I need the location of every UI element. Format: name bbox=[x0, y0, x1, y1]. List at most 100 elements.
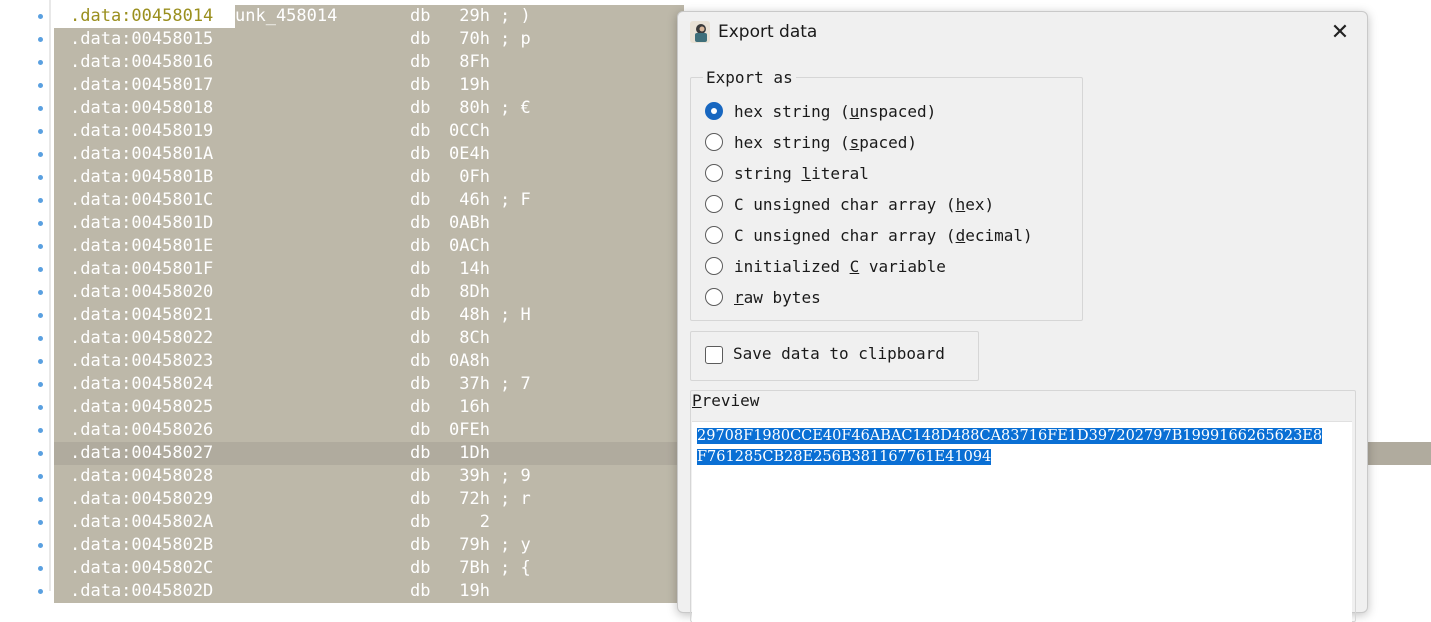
row-directive: db bbox=[410, 6, 431, 26]
row-address: .data:00458018 bbox=[70, 98, 214, 118]
save-to-clipboard-checkbox[interactable] bbox=[705, 346, 723, 364]
gutter-divider bbox=[49, 0, 51, 591]
radio-button[interactable] bbox=[705, 257, 723, 275]
row-comment: ; 7 bbox=[500, 374, 531, 394]
export-option-label[interactable]: string literal bbox=[734, 161, 869, 187]
row-directive: db bbox=[410, 443, 431, 463]
gutter-dot bbox=[38, 589, 43, 594]
row-comment: ; € bbox=[500, 98, 531, 118]
export-data-dialog: Export data ✕ Export as hex string (unsp… bbox=[677, 11, 1368, 622]
row-directive: db bbox=[410, 29, 431, 49]
row-value: 0FEh bbox=[449, 420, 490, 440]
row-value: 80h bbox=[459, 98, 490, 118]
gutter-dot bbox=[38, 336, 43, 341]
radio-button[interactable] bbox=[705, 164, 723, 182]
row-directive: db bbox=[410, 466, 431, 486]
row-value: 70h bbox=[459, 29, 490, 49]
gutter-dot bbox=[38, 566, 43, 571]
export-option-label[interactable]: hex string (spaced) bbox=[734, 130, 917, 156]
row-address: .data:00458015 bbox=[70, 29, 214, 49]
radio-button[interactable] bbox=[705, 195, 723, 213]
export-option-label[interactable]: raw bytes bbox=[734, 285, 821, 311]
close-icon[interactable]: ✕ bbox=[1325, 18, 1355, 48]
row-address: .data:0045802C bbox=[70, 558, 214, 578]
row-value: 19h bbox=[459, 581, 490, 601]
row-directive: db bbox=[410, 282, 431, 302]
row-value: 2 bbox=[479, 512, 490, 532]
row-address: .data:00458022 bbox=[70, 328, 214, 348]
row-address: .data:00458014 bbox=[70, 6, 214, 26]
row-directive: db bbox=[410, 328, 431, 348]
row-directive: db bbox=[410, 213, 431, 233]
row-address: .data:0045802B bbox=[70, 535, 214, 555]
row-address: .data:00458028 bbox=[70, 466, 214, 486]
radio-button[interactable] bbox=[705, 133, 723, 151]
gutter-dot bbox=[38, 221, 43, 226]
gutter-dot bbox=[38, 428, 43, 433]
gutter-dot bbox=[38, 129, 43, 134]
row-directive: db bbox=[410, 489, 431, 509]
radio-button[interactable] bbox=[705, 102, 723, 120]
row-address: .data:00458025 bbox=[70, 397, 214, 417]
row-directive: db bbox=[410, 144, 431, 164]
row-directive: db bbox=[410, 512, 431, 532]
dialog-title: Export data bbox=[718, 22, 818, 42]
row-directive: db bbox=[410, 305, 431, 325]
row-comment: ; 9 bbox=[500, 466, 531, 486]
export-option-label[interactable]: initialized C variable bbox=[734, 254, 946, 280]
row-address: .data:0045802A bbox=[70, 512, 214, 532]
row-comment: ; p bbox=[500, 29, 531, 49]
row-value: 8Fh bbox=[459, 52, 490, 72]
row-address: .data:00458023 bbox=[70, 351, 214, 371]
row-value: 79h bbox=[459, 535, 490, 555]
save-to-clipboard-label[interactable]: Save data to clipboard bbox=[733, 344, 945, 363]
preview-text[interactable]: 29708F1980CCE40F46ABAC148D488CA83716FE1D… bbox=[697, 426, 1323, 468]
radio-button[interactable] bbox=[705, 226, 723, 244]
gutter-dot bbox=[38, 497, 43, 502]
row-directive: db bbox=[410, 397, 431, 417]
gutter-dot bbox=[38, 474, 43, 479]
gutter-dot bbox=[38, 60, 43, 65]
row-address: .data:0045802D bbox=[70, 581, 214, 601]
row-comment: ; ) bbox=[500, 6, 531, 26]
gutter-dot bbox=[38, 543, 43, 548]
row-comment: ; F bbox=[500, 190, 531, 210]
row-value: 0ACh bbox=[449, 236, 490, 256]
gutter-dot bbox=[38, 405, 43, 410]
row-address: .data:00458029 bbox=[70, 489, 214, 509]
row-value: 14h bbox=[459, 259, 490, 279]
row-value: 29h bbox=[459, 6, 490, 26]
export-option-label[interactable]: C unsigned char array (decimal) bbox=[734, 223, 1033, 249]
row-value: 16h bbox=[459, 397, 490, 417]
row-value: 46h bbox=[459, 190, 490, 210]
radio-button[interactable] bbox=[705, 288, 723, 306]
row-directive: db bbox=[410, 236, 431, 256]
row-value: 1Dh bbox=[459, 443, 490, 463]
row-comment: ; { bbox=[500, 558, 531, 578]
preview-textbox[interactable]: 29708F1980CCE40F46ABAC148D488CA83716FE1D… bbox=[692, 421, 1352, 622]
row-value: 0ABh bbox=[449, 213, 490, 233]
row-address: .data:0045801E bbox=[70, 236, 214, 256]
export-as-label: Export as bbox=[703, 68, 796, 87]
row-value: 0E4h bbox=[449, 144, 490, 164]
row-directive: db bbox=[410, 98, 431, 118]
gutter-dot bbox=[38, 520, 43, 525]
row-directive: db bbox=[410, 121, 431, 141]
row-address: .data:00458016 bbox=[70, 52, 214, 72]
export-option-label[interactable]: C unsigned char array (hex) bbox=[734, 192, 994, 218]
row-value: 39h bbox=[459, 466, 490, 486]
gutter-dot bbox=[38, 313, 43, 318]
gutter-dot bbox=[38, 267, 43, 272]
gutter-dot bbox=[38, 198, 43, 203]
row-directive: db bbox=[410, 351, 431, 371]
row-value: 37h bbox=[459, 374, 490, 394]
row-value: 19h bbox=[459, 75, 490, 95]
dialog-titlebar[interactable]: Export data ✕ bbox=[678, 12, 1367, 54]
row-value: 0Fh bbox=[459, 167, 490, 187]
row-value: 8Ch bbox=[459, 328, 490, 348]
row-comment: ; y bbox=[500, 535, 531, 555]
row-directive: db bbox=[410, 75, 431, 95]
export-option-label[interactable]: hex string (unspaced) bbox=[734, 99, 936, 125]
preview-group: Preview 29708F1980CCE40F46ABAC148D488CA8… bbox=[690, 390, 1356, 622]
row-address: .data:0045801A bbox=[70, 144, 214, 164]
